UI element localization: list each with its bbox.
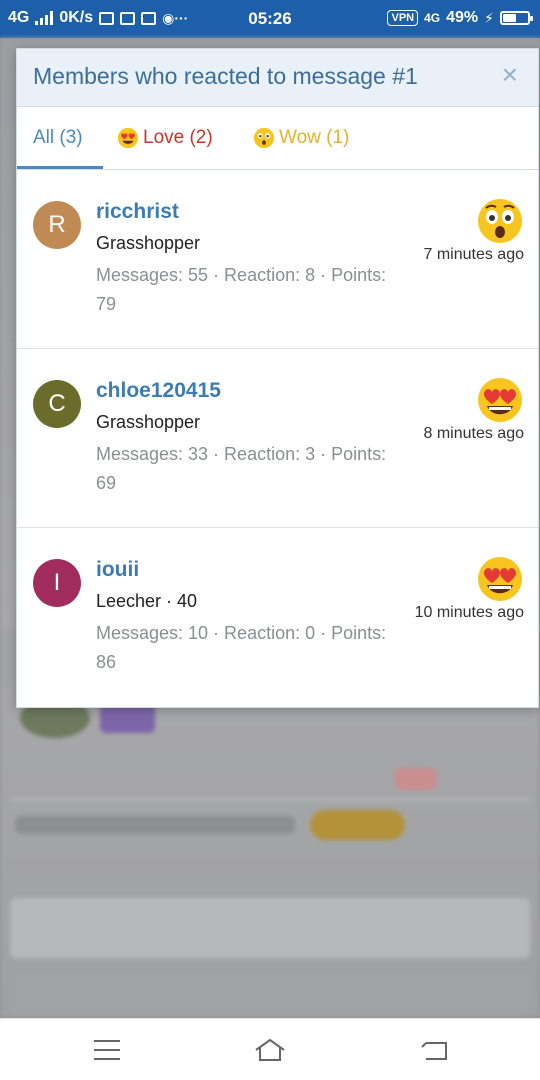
reaction-time: 7 minutes ago (423, 246, 524, 263)
reaction-time: 10 minutes ago (414, 604, 524, 621)
wow-emoji-icon (478, 199, 522, 243)
back-icon[interactable] (418, 1035, 452, 1065)
heart-eyes-emoji-icon (478, 557, 522, 601)
reaction-time: 8 minutes ago (423, 425, 524, 442)
active-tab-indicator (17, 166, 103, 169)
member-stats: Messages: 10 · Reaction: 0 · Points: 86 (96, 623, 387, 672)
tab-label: All (3) (33, 127, 83, 148)
member-row: I iouii Leecher · 40 Messages: 10 · Reac… (17, 528, 538, 707)
reaction-tabs: All (3) Love (2) Wow (1) (17, 107, 538, 170)
heart-eyes-emoji-icon (117, 127, 139, 149)
member-title: Grasshopper (96, 233, 201, 253)
system-navigation-bar (0, 1018, 540, 1080)
network-type-right: 4G (424, 11, 441, 25)
wow-emoji-icon (253, 127, 275, 149)
avatar[interactable]: C (33, 380, 81, 428)
member-username[interactable]: iouii (96, 558, 139, 582)
member-list: R ricchrist Grasshopper Messages: 55 · R… (17, 170, 538, 707)
member-title: Leecher · 40 (96, 591, 198, 611)
battery-percent: 49% (446, 9, 479, 26)
tab-label: Wow (1) (279, 127, 350, 148)
status-right: VPN 4G 49% ⚡ (387, 9, 533, 27)
vpn-badge: VPN (387, 10, 419, 26)
status-bar: 4G 0K/s ◉··· 05:26 VPN 4G 49% ⚡ (0, 0, 540, 38)
tab-all[interactable]: All (3) (33, 127, 83, 149)
home-icon[interactable] (253, 1035, 287, 1065)
dialog-title: Members who reacted to message #1 (33, 63, 418, 89)
member-stats: Messages: 55 · Reaction: 8 · Points: 79 (96, 265, 387, 314)
charging-icon: ⚡ (484, 9, 494, 26)
menu-icon[interactable] (90, 1035, 124, 1065)
avatar[interactable]: I (33, 559, 81, 607)
member-title: Grasshopper (96, 412, 201, 432)
member-username[interactable]: chloe120415 (96, 379, 221, 403)
avatar[interactable]: R (33, 201, 81, 249)
member-stats: Messages: 33 · Reaction: 3 · Points: 69 (96, 444, 387, 493)
tab-wow[interactable]: Wow (1) (253, 127, 349, 149)
tab-love[interactable]: Love (2) (117, 127, 213, 149)
member-username[interactable]: ricchrist (96, 200, 179, 224)
member-row: R ricchrist Grasshopper Messages: 55 · R… (17, 170, 538, 349)
heart-eyes-emoji-icon (478, 378, 522, 422)
tab-label: Love (2) (143, 127, 213, 148)
battery-icon (500, 11, 533, 25)
close-button[interactable]: × (502, 61, 518, 89)
member-row: C chloe120415 Grasshopper Messages: 33 ·… (17, 349, 538, 528)
dialog-header: Members who reacted to message #1 × (17, 49, 538, 107)
reactions-dialog: Members who reacted to message #1 × All … (16, 48, 539, 708)
